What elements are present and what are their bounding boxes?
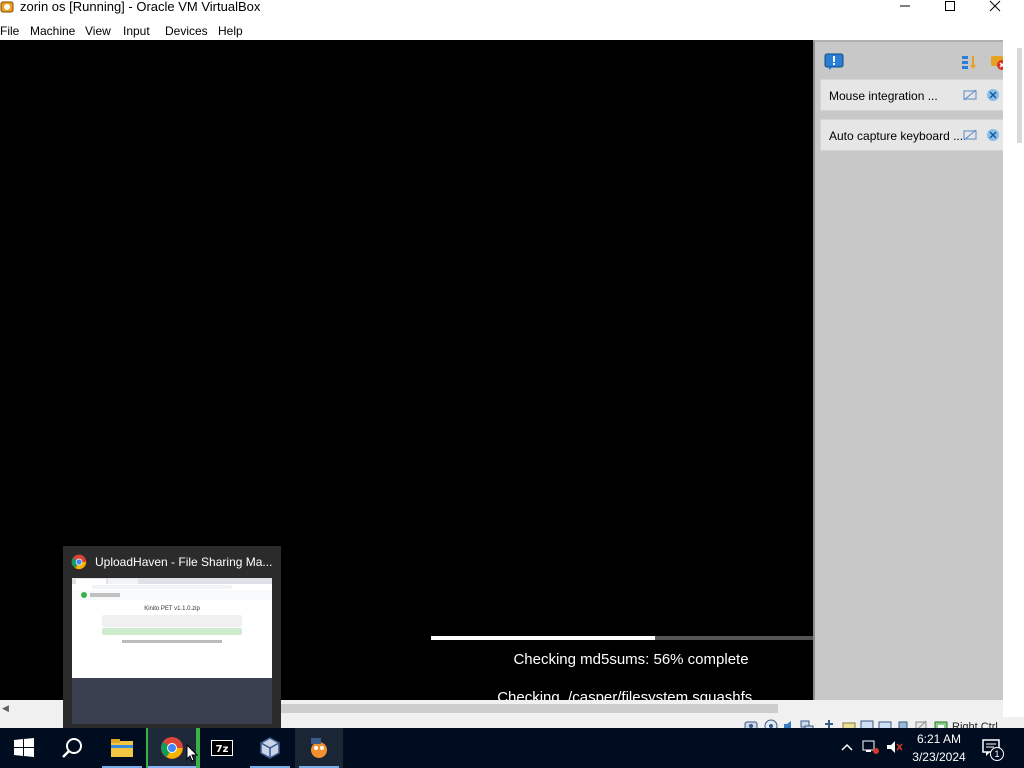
- notification-label: Auto capture keyboard ...: [829, 129, 964, 143]
- windows-logo-icon: [14, 738, 34, 757]
- md5-progress-text: Checking md5sums: 56% complete: [513, 651, 749, 668]
- menu-view[interactable]: View: [85, 24, 111, 38]
- clock-date[interactable]: 3/23/2024: [909, 750, 969, 764]
- taskbar-thumbnail-preview[interactable]: UploadHaven - File Sharing Ma... Kinito …: [63, 546, 281, 728]
- window-title: zorin os [Running] - Oracle VM VirtualBo…: [20, 0, 261, 14]
- dismiss-icon[interactable]: [986, 88, 1000, 102]
- 7zip-icon: 7z: [211, 740, 233, 756]
- maximize-button[interactable]: [927, 0, 973, 18]
- start-button[interactable]: [0, 728, 48, 768]
- horizontal-scrollbar-thumb[interactable]: [278, 704, 778, 713]
- svg-text:7z: 7z: [216, 744, 229, 755]
- notification-auto-capture-keyboard[interactable]: Auto capture keyboard ...: [820, 119, 1008, 151]
- menu-devices[interactable]: Devices: [165, 24, 208, 38]
- mouse-cursor-icon: [186, 744, 198, 762]
- suppress-icon[interactable]: [963, 89, 977, 101]
- checking-file-text: Checking ./casper/filesystem.squashfs...: [497, 689, 765, 700]
- suppress-icon[interactable]: [963, 129, 977, 141]
- thumbnail-page-render: [72, 578, 272, 643]
- notification-center-icon[interactable]: [824, 53, 844, 71]
- chrome-icon: [161, 737, 183, 759]
- taskbar-virtualbox-vm[interactable]: [295, 728, 343, 768]
- taskbar: 7z 6:21 AM 3/23/2024 1: [0, 728, 1024, 768]
- search-icon: [62, 738, 82, 758]
- virtualbox-app-icon: [0, 1, 14, 13]
- notification-label: Mouse integration ...: [829, 89, 938, 103]
- volume-muted-icon[interactable]: [886, 739, 904, 755]
- menu-help[interactable]: Help: [218, 24, 243, 38]
- taskbar-7zip[interactable]: 7z: [198, 728, 246, 768]
- vertical-scrollbar[interactable]: [1017, 48, 1022, 698]
- search-button[interactable]: [48, 728, 96, 768]
- vm-window-icon: [311, 738, 327, 758]
- minimize-button[interactable]: [882, 0, 928, 18]
- notification-center: Mouse integration ... Auto capture keybo…: [813, 40, 1008, 712]
- vertical-scrollbar-thumb[interactable]: [1017, 48, 1022, 143]
- chrome-icon: [71, 554, 87, 570]
- md5-progress-fill: [431, 636, 655, 640]
- scroll-left-arrow-icon[interactable]: ◀: [2, 702, 12, 714]
- notification-count-badge: 1: [990, 747, 1004, 761]
- dismiss-icon[interactable]: [986, 128, 1000, 142]
- menu-file[interactable]: File: [0, 24, 19, 38]
- menu-bar: File Machine View Input Devices Help: [0, 22, 1024, 40]
- taskbar-file-explorer[interactable]: [98, 728, 146, 768]
- title-bar[interactable]: zorin os [Running] - Oracle VM VirtualBo…: [0, 0, 1024, 22]
- thumbnail-title: UploadHaven - File Sharing Ma...: [95, 555, 273, 569]
- notification-mouse-integration[interactable]: Mouse integration ...: [820, 79, 1008, 111]
- close-button[interactable]: [972, 0, 1018, 18]
- taskbar-virtualbox[interactable]: [246, 728, 294, 768]
- virtualbox-icon: [260, 737, 280, 759]
- thumbnail-page-heading: Kinito PET v1.1.0.zip: [144, 606, 200, 612]
- close-icon: [989, 0, 1001, 12]
- clock-time[interactable]: 6:21 AM: [909, 732, 969, 746]
- show-hidden-icons-chevron-icon[interactable]: [840, 740, 854, 754]
- thumbnail-page-image: Kinito PET v1.1.0.zip: [72, 578, 272, 678]
- menu-machine[interactable]: Machine: [30, 24, 75, 38]
- thumbnail-lower-area: [72, 678, 272, 724]
- menu-input[interactable]: Input: [123, 24, 150, 38]
- minimize-icon: [900, 5, 910, 7]
- md5-progress-bar: [431, 636, 831, 640]
- sort-icon[interactable]: [961, 54, 977, 70]
- maximize-icon: [945, 1, 955, 11]
- network-icon[interactable]: [862, 739, 880, 755]
- file-explorer-icon: [111, 739, 133, 757]
